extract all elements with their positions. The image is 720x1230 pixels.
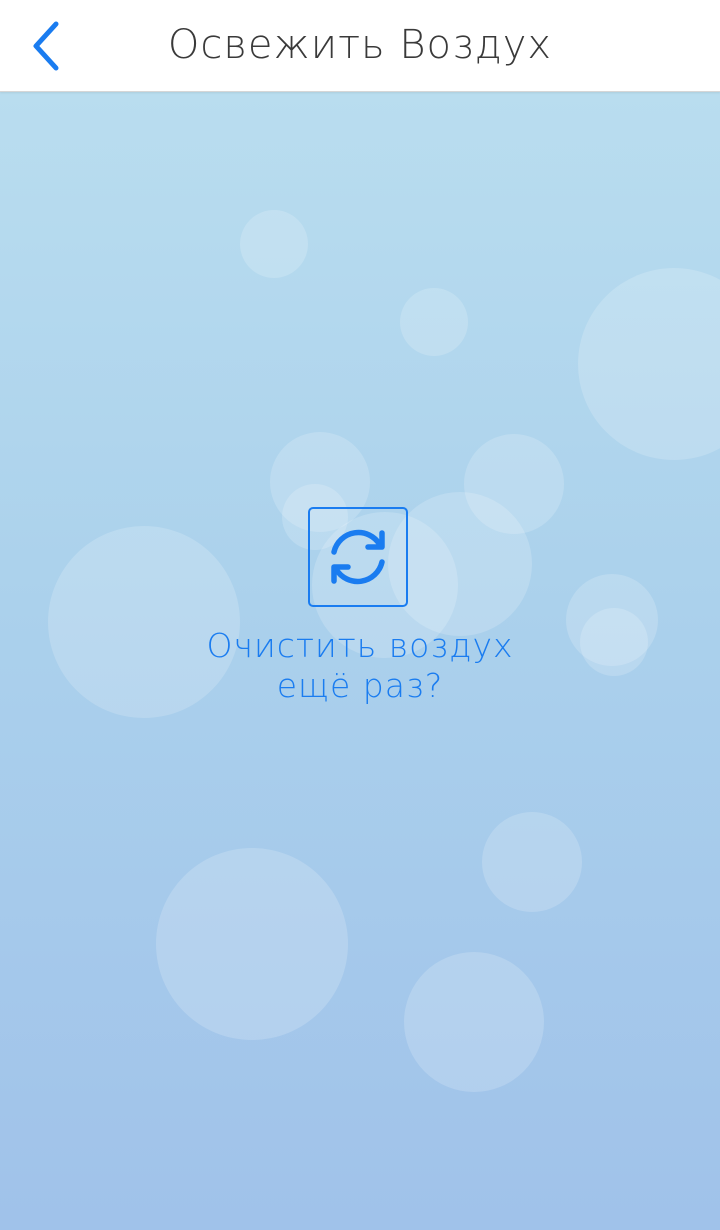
background-bubble bbox=[156, 848, 348, 1040]
background-bubble bbox=[578, 268, 720, 460]
refresh-icon bbox=[331, 529, 385, 585]
refresh-prompt-text[interactable]: Очистить воздух ещё раз? bbox=[0, 626, 720, 706]
prompt-line-1: Очистить воздух bbox=[206, 626, 514, 665]
navigation-bar: Освежить Воздух bbox=[0, 0, 720, 92]
refresh-button[interactable] bbox=[308, 507, 408, 607]
background-bubble bbox=[482, 812, 582, 912]
app-screen: Освежить Воздух Очистить воздух ещё раз? bbox=[0, 0, 720, 1230]
page-title: Освежить Воздух bbox=[167, 22, 553, 68]
background-bubble bbox=[404, 952, 544, 1092]
background-bubble bbox=[240, 210, 308, 278]
background-bubble bbox=[400, 288, 468, 356]
prompt-line-2: ещё раз? bbox=[276, 666, 444, 705]
